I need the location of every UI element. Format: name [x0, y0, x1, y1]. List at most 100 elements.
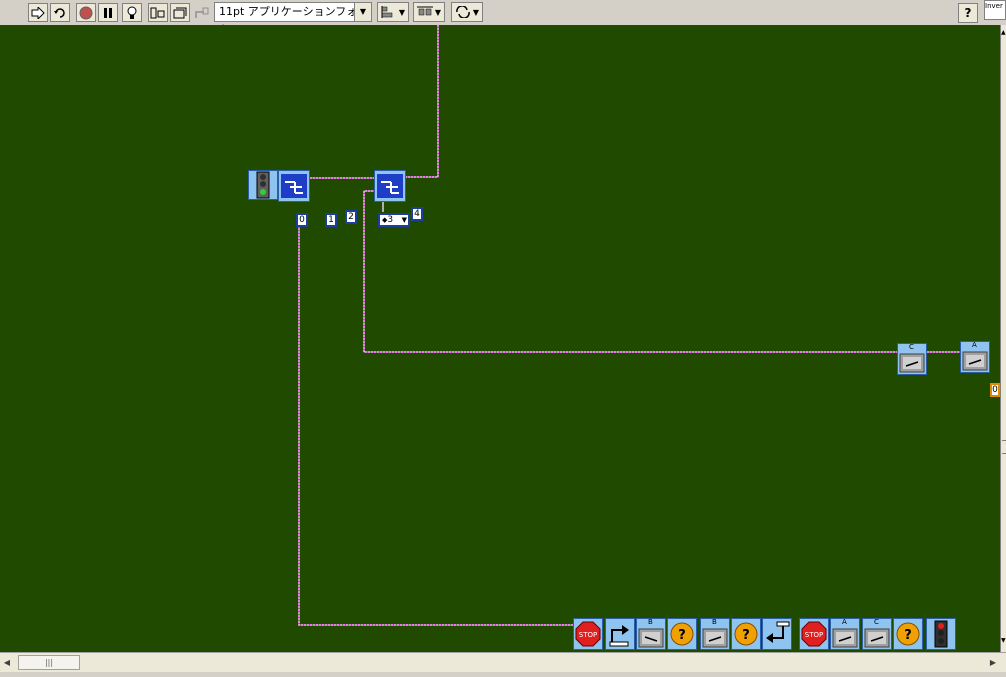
run-continuous-icon: [54, 7, 65, 18]
motor-block-b-2[interactable]: B: [700, 618, 730, 650]
stop-block-2[interactable]: STOP: [799, 618, 829, 650]
help-icon: ?: [964, 6, 972, 20]
motor-block-b-1[interactable]: B: [636, 618, 666, 650]
scroll-right-icon[interactable]: ▶: [986, 655, 1000, 671]
motor-port-label: A: [972, 341, 977, 349]
motor-icon: [702, 628, 728, 648]
stop-block-1[interactable]: STOP: [573, 618, 603, 650]
context-help-text: Inver: [985, 2, 1003, 10]
traffic-light-block[interactable]: [926, 618, 956, 650]
reorder-dropdown[interactable]: ▼: [451, 2, 483, 22]
svg-text:?: ?: [742, 628, 750, 643]
chevron-down-icon: ▼: [401, 216, 407, 224]
motor-icon: [832, 628, 858, 648]
numeric-constant-0[interactable]: 0: [296, 213, 308, 227]
motor-icon: [899, 353, 925, 373]
chevron-down-icon: ▼: [354, 3, 371, 21]
motor-port-label: C: [874, 618, 879, 626]
question-icon: ?: [670, 622, 694, 646]
ring-value: 3: [387, 215, 394, 225]
highlight-execution-icon: [127, 6, 137, 19]
land-block[interactable]: [762, 618, 792, 650]
scroll-left-icon[interactable]: ◀: [0, 655, 14, 671]
wires-layer: [298, 25, 960, 626]
pause-icon: [104, 7, 112, 18]
question-block-3[interactable]: ?: [893, 618, 923, 650]
run-continuously-button[interactable]: [50, 3, 70, 22]
motor-port-label: A: [842, 618, 847, 626]
distribute-objects-icon: [416, 6, 433, 16]
step-icon: [173, 7, 187, 18]
scroll-grip-icon: |||: [44, 658, 54, 667]
motor-port-label: B: [648, 618, 653, 626]
distribute-objects-dropdown[interactable]: ▼: [413, 2, 445, 22]
scroll-grip-icon: [1002, 440, 1006, 454]
timer-icon: [377, 174, 403, 198]
wire-top: [406, 25, 439, 178]
pause-button[interactable]: [98, 3, 118, 22]
step-out-icon: [195, 7, 209, 18]
traffic-light-icon: [934, 620, 948, 648]
chevron-down-icon: ▼: [1001, 637, 1006, 644]
motor-icon: [864, 628, 890, 648]
chevron-down-icon: ▼: [398, 7, 406, 17]
retain-wire-values-button[interactable]: [148, 3, 168, 22]
wire-to-motors: [363, 190, 897, 353]
run-arrow-icon: [31, 6, 45, 19]
orange-constant[interactable]: 0: [990, 383, 1000, 397]
abort-button[interactable]: [76, 3, 96, 22]
wire-bottom-loop: [298, 225, 573, 626]
numeric-constant-2[interactable]: 2: [345, 210, 357, 224]
context-help-button[interactable]: ?: [958, 3, 978, 23]
numeric-constant-1[interactable]: 1: [325, 213, 337, 227]
stop-sign-icon: STOP: [575, 621, 601, 647]
retain-wire-values-icon: [150, 7, 165, 18]
question-icon: ?: [896, 622, 920, 646]
motor-block-c-2[interactable]: C: [862, 618, 892, 650]
terminal-stub: [382, 202, 384, 212]
traffic-light-icon: [256, 171, 270, 199]
stop-text: STOP: [579, 631, 597, 639]
timer-icon: [281, 174, 307, 198]
timer-block-2[interactable]: [374, 170, 406, 202]
svg-text:?: ?: [678, 628, 686, 643]
ring-constant[interactable]: ◆3 ▼: [378, 213, 410, 227]
context-help-preview: Inver: [984, 0, 1006, 20]
align-objects-dropdown[interactable]: ▼: [377, 2, 409, 22]
question-icon: ?: [734, 622, 758, 646]
wait-for-light-block[interactable]: [248, 170, 278, 200]
highlight-execution-button[interactable]: [122, 3, 142, 22]
motor-port-label: B: [712, 618, 717, 626]
motor-icon: [638, 628, 664, 648]
font-select[interactable]: 11pt アプリケーションフォント ▼: [214, 2, 372, 36]
svg-text:?: ?: [904, 628, 912, 643]
svg-text:STOP: STOP: [805, 631, 823, 639]
land-arrow-icon: [766, 621, 790, 643]
scroll-thumb[interactable]: |||: [18, 655, 80, 670]
chevron-down-icon: ▼: [434, 7, 442, 17]
block-diagram-canvas[interactable]: 0 1 2 ◆3 ▼ 4 C A 0 STOP B ? B ? STOP A C…: [0, 25, 1000, 652]
question-block-2[interactable]: ?: [731, 618, 761, 650]
status-bar: [0, 672, 1006, 677]
jump-block[interactable]: [605, 618, 635, 650]
numeric-constant-4[interactable]: 4: [411, 207, 423, 221]
jump-arrow-icon: [609, 625, 629, 647]
abort-icon: [79, 6, 93, 19]
motor-port-label: C: [909, 343, 914, 351]
vertical-scrollbar[interactable]: ▲ ▼: [1000, 25, 1006, 652]
motor-block-a-2[interactable]: A: [830, 618, 860, 650]
chevron-up-icon: ▲: [1001, 29, 1006, 36]
horizontal-scrollbar[interactable]: ◀ ||| ▶: [0, 652, 1006, 673]
toolbar: 11pt アプリケーションフォント ▼ ▼ ▼ ▼ ? Inver: [0, 0, 1006, 36]
run-button[interactable]: [28, 3, 48, 22]
reorder-icon: [456, 6, 470, 18]
question-block-1[interactable]: ?: [667, 618, 697, 650]
motor-block-a[interactable]: A: [960, 341, 990, 373]
align-objects-icon: [381, 6, 393, 18]
timer-block-1[interactable]: [278, 170, 310, 202]
motor-icon: [962, 351, 988, 371]
chevron-down-icon: ▼: [472, 7, 480, 17]
step-out-button[interactable]: [192, 3, 212, 22]
motor-block-c[interactable]: C: [897, 343, 927, 375]
step-button[interactable]: [170, 3, 190, 22]
